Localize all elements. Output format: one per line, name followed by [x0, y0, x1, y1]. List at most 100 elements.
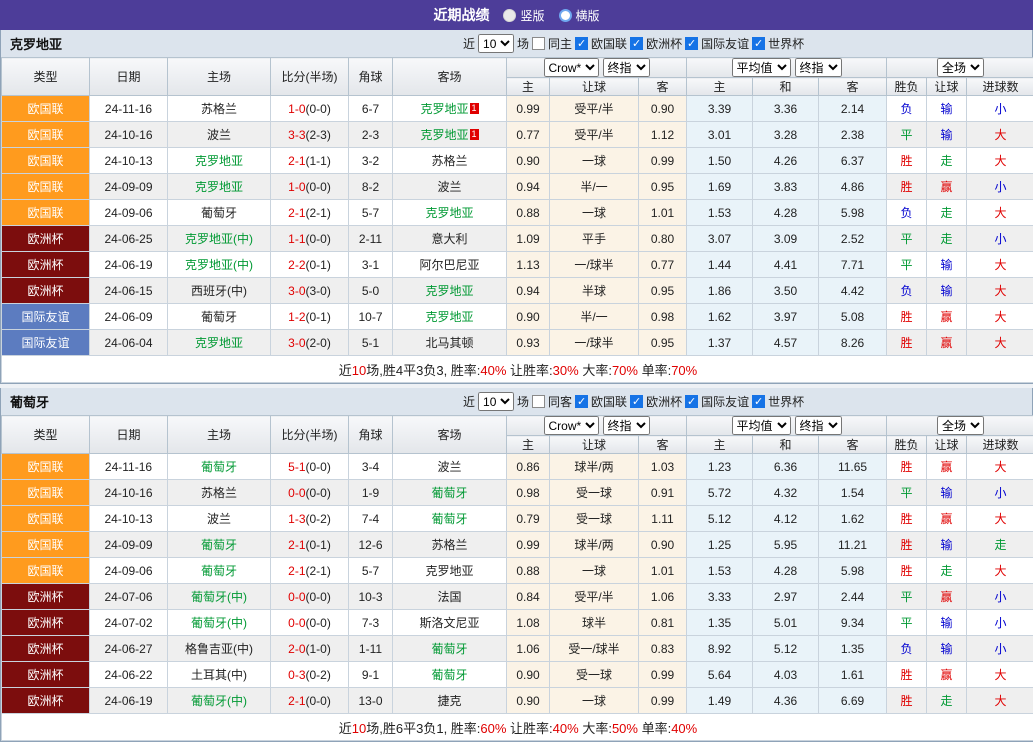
score-halftime: (0-0) [306, 486, 331, 500]
competition-checkbox-1[interactable]: ✓ [630, 37, 643, 50]
home-team-cell: 葡萄牙 [168, 558, 271, 584]
competition-type-cell: 欧国联 [2, 148, 90, 174]
score-halftime: (0-0) [306, 616, 331, 630]
avg-home-cell: 5.12 [687, 506, 753, 532]
avg-home-cell: 1.53 [687, 558, 753, 584]
score-fulltime: 2-0 [288, 642, 305, 656]
result-wdl-cell: 负 [887, 96, 927, 122]
away-team-cell: 葡萄牙 [393, 662, 507, 688]
away-team-cell: 阿尔巴尼亚 [393, 252, 507, 278]
scope-select[interactable]: 全场 [937, 58, 984, 77]
result-goals-cell: 大 [967, 662, 1033, 688]
result-wdl-cell: 平 [887, 584, 927, 610]
games-count-select[interactable]: 10 [478, 34, 514, 53]
result-wdl-cell: 胜 [887, 304, 927, 330]
odds-away-cell: 1.06 [639, 584, 687, 610]
odds-handicap-cell: 球半/两 [550, 532, 639, 558]
avg-draw-cell: 4.28 [753, 200, 819, 226]
avg-company-select[interactable]: 平均值 [732, 58, 791, 77]
avg-company-select[interactable]: 平均值 [732, 416, 791, 435]
games-count-select[interactable]: 10 [478, 392, 514, 411]
col-header-type: 类型 [2, 416, 90, 454]
odds-stage-select[interactable]: 终指 [603, 416, 650, 435]
odds-handicap-cell: 一球 [550, 688, 639, 714]
sub-col-header: 让球 [550, 436, 639, 454]
result-wdl-cell: 平 [887, 610, 927, 636]
home-team-cell: 克罗地亚 [168, 330, 271, 356]
summary-segment: 单率: [638, 363, 671, 378]
results-table: 类型日期主场比分(半场)角球客场Crow*终指平均值终指全场主让球客主和客胜负让… [1, 415, 1033, 741]
competition-checkbox-3[interactable]: ✓ [752, 37, 765, 50]
odds-away-cell: 0.98 [639, 304, 687, 330]
competition-checkbox-0[interactable]: ✓ [575, 395, 588, 408]
home-team-cell: 克罗地亚 [168, 148, 271, 174]
odds-home-cell: 0.90 [507, 688, 550, 714]
avg-stage-select[interactable]: 终指 [795, 58, 842, 77]
competition-checkbox-2[interactable]: ✓ [685, 37, 698, 50]
result-handicap-cell: 走 [927, 558, 967, 584]
competition-type-cell: 欧洲杯 [2, 636, 90, 662]
sub-col-header: 主 [687, 78, 753, 96]
near-label: 近 [463, 35, 475, 52]
match-row: 欧国联24-10-13波兰1-3(0-2)7-4葡萄牙0.79受一球1.115.… [2, 506, 1033, 532]
avg-stage-select[interactable]: 终指 [795, 416, 842, 435]
summary-segment: 单率: [638, 721, 671, 736]
score-fulltime: 0-0 [288, 590, 305, 604]
score-cell: 2-1(0-1) [271, 532, 349, 558]
avg-draw-cell: 5.95 [753, 532, 819, 558]
home-team-name: 葡萄牙 [201, 206, 237, 220]
avg-away-cell: 5.98 [819, 558, 887, 584]
sub-col-header: 胜负 [887, 78, 927, 96]
layout-radio-vertical[interactable]: 竖版 [503, 7, 544, 24]
competition-checkbox-1[interactable]: ✓ [630, 395, 643, 408]
avg-away-cell: 2.52 [819, 226, 887, 252]
score-halftime: (2-1) [306, 564, 331, 578]
result-handicap-cell: 赢 [927, 330, 967, 356]
score-fulltime: 2-1 [288, 206, 305, 220]
odds-stage-select[interactable]: 终指 [603, 58, 650, 77]
home-team-name: 葡萄牙(中) [191, 694, 247, 708]
header-row-groups: 类型日期主场比分(半场)角球客场Crow*终指平均值终指全场 [2, 416, 1033, 436]
avg-draw-cell: 4.03 [753, 662, 819, 688]
competition-type-cell: 欧洲杯 [2, 252, 90, 278]
competition-label: 世界杯 [768, 393, 804, 410]
odds-home-cell: 1.08 [507, 610, 550, 636]
result-handicap-cell: 输 [927, 610, 967, 636]
date-cell: 24-09-06 [90, 558, 168, 584]
score-halftime: (0-0) [306, 694, 331, 708]
red-card-badge: 1 [470, 103, 479, 114]
home-team-name: 土耳其(中) [191, 668, 247, 682]
competition-checkbox-3[interactable]: ✓ [752, 395, 765, 408]
odds-handicap-cell: 受一球 [550, 480, 639, 506]
result-wdl-cell: 平 [887, 480, 927, 506]
avg-draw-cell: 3.36 [753, 96, 819, 122]
sub-col-header: 让球 [927, 436, 967, 454]
home-team-name: 葡萄牙(中) [191, 616, 247, 630]
radio-unselected-icon[interactable] [559, 9, 572, 22]
home-team-cell: 波兰 [168, 122, 271, 148]
competition-type-cell: 欧洲杯 [2, 278, 90, 304]
score-fulltime: 0-3 [288, 668, 305, 682]
layout-radio-horizontal[interactable]: 横版 [559, 7, 600, 24]
competition-checkbox-2[interactable]: ✓ [685, 395, 698, 408]
odds-home-cell: 0.99 [507, 532, 550, 558]
match-row: 欧洲杯24-07-02葡萄牙(中)0-0(0-0)7-3斯洛文尼亚1.08球半0… [2, 610, 1033, 636]
away-team-cell: 葡萄牙 [393, 480, 507, 506]
home-team-name: 苏格兰 [201, 102, 237, 116]
match-row: 欧国联24-11-16葡萄牙5-1(0-0)3-4波兰0.86球半/两1.031… [2, 454, 1033, 480]
odds-company-select[interactable]: Crow* [544, 58, 599, 77]
odds-company-select[interactable]: Crow* [544, 416, 599, 435]
avg-home-cell: 1.69 [687, 174, 753, 200]
away-team-name: 克罗地亚 [425, 564, 473, 578]
competition-checkbox-0[interactable]: ✓ [575, 37, 588, 50]
same-side-checkbox[interactable] [532, 37, 545, 50]
odds-away-cell: 1.11 [639, 506, 687, 532]
same-side-checkbox[interactable] [532, 395, 545, 408]
odds-handicap-cell: 受一/球半 [550, 636, 639, 662]
radio-selected-icon[interactable] [503, 9, 516, 22]
summary-row: 近10场,胜6平3负1, 胜率:60% 让胜率:40% 大率:50% 单率:40… [2, 714, 1033, 741]
scope-select[interactable]: 全场 [937, 416, 984, 435]
result-handicap-cell: 输 [927, 122, 967, 148]
corner-cell: 5-1 [349, 330, 393, 356]
result-wdl-cell: 平 [887, 252, 927, 278]
